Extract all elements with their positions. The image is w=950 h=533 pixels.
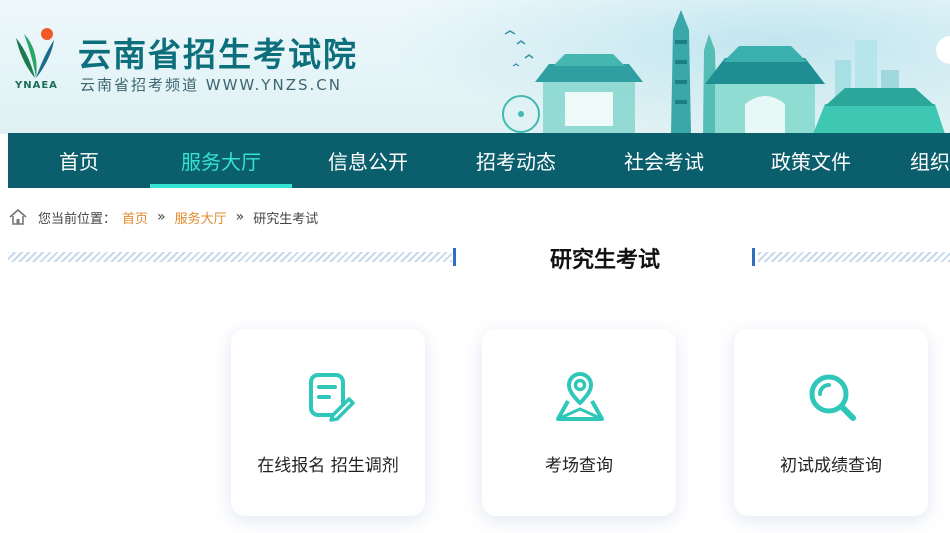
nav-item-policy-docs[interactable]: 政策文件 (740, 133, 882, 188)
nav-item-organization[interactable]: 组织 (882, 133, 950, 188)
breadcrumb-current: 研究生考试 (253, 211, 319, 227)
nav-item-info-disclosure[interactable]: 信息公开 (292, 133, 444, 188)
breadcrumb-link-home[interactable]: 首页 (122, 208, 148, 227)
card-label: 在线报名 招生调剂 (257, 456, 399, 476)
card-label: 考场查询 (545, 456, 613, 476)
location-map-icon (556, 372, 604, 421)
logo-text: YNAEA (15, 80, 58, 91)
card-label: 初试成绩查询 (780, 456, 882, 476)
section-divider-left (8, 252, 452, 262)
home-icon (9, 208, 27, 225)
breadcrumb: 您当前位置： 首页 » 服务大厅 » 研究生考试 (8, 205, 318, 229)
nav-item-social-exams[interactable]: 社会考试 (588, 133, 740, 188)
nav-item-home[interactable]: 首页 (8, 133, 150, 188)
card-score-query[interactable]: 初试成绩查询 (734, 329, 928, 516)
breadcrumb-prefix: 您当前位置： (38, 211, 117, 227)
nav-item-service-hall[interactable]: 服务大厅 (150, 133, 292, 188)
nav-item-exam-news[interactable]: 招考动态 (444, 133, 588, 188)
search-icon (809, 374, 856, 421)
document-edit-icon (309, 373, 355, 422)
ynaea-logo-icon[interactable] (10, 26, 60, 80)
card-online-registration[interactable]: 在线报名 招生调剂 (231, 329, 425, 516)
site-title[interactable]: 云南省招生考试院 (78, 28, 358, 76)
section-title: 研究生考试 (549, 248, 660, 273)
card-exam-room-query[interactable]: 考场查询 (482, 329, 676, 516)
yunnan-landmarks-banner-icon (502, 10, 950, 134)
breadcrumb-separator: » (157, 209, 166, 225)
section-divider-right (758, 252, 950, 262)
main-nav: 首页 服务大厅 信息公开 招考动态 社会考试 政策文件 组织 (8, 133, 950, 188)
site-subtitle: 云南省招考频道 WWW.YNZS.CN (80, 76, 342, 94)
section-tick-right (752, 248, 755, 266)
site-header: YNAEA 云南省招生考试院 云南省招考频道 WWW.YNZS.CN (0, 0, 950, 134)
breadcrumb-link-service-hall[interactable]: 服务大厅 (175, 208, 227, 227)
breadcrumb-separator: » (235, 209, 245, 225)
